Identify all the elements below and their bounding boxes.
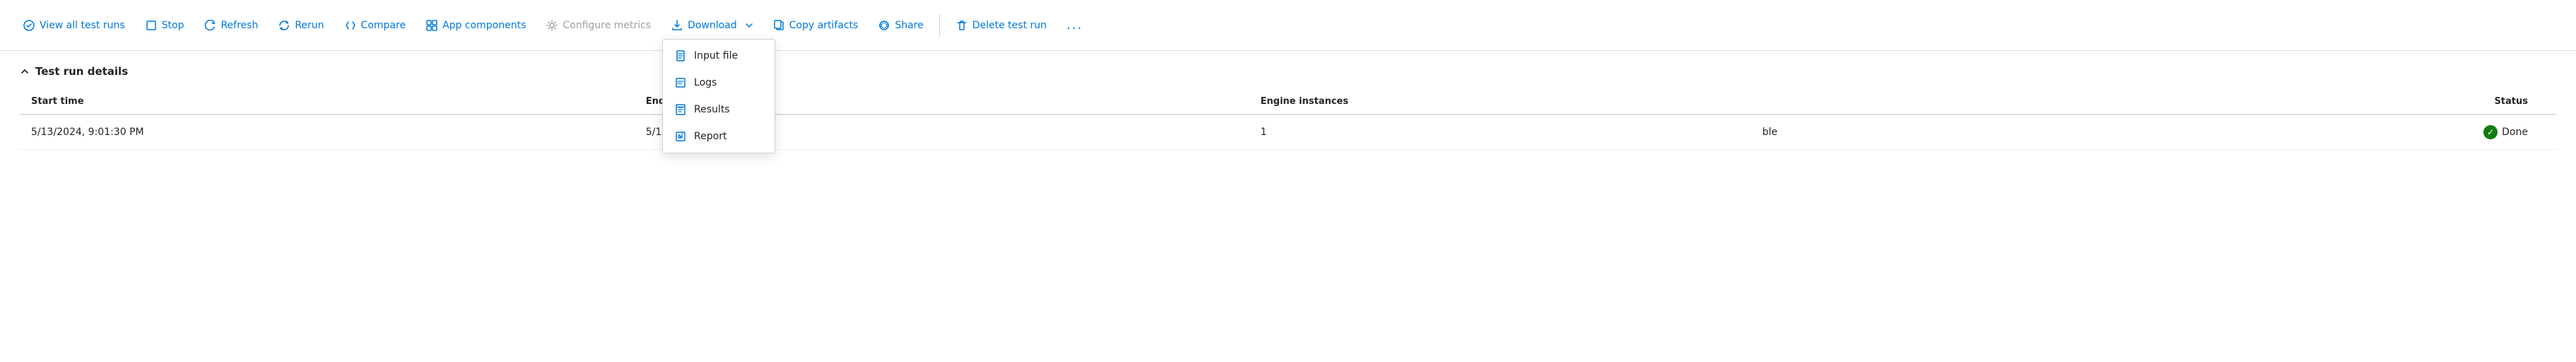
table-body: 5/13/2024, 9:01:30 PM 5/13/2024, 9:02:38… — [20, 115, 2556, 150]
stop-button[interactable]: Stop — [136, 15, 193, 36]
status-done-label: Done — [2502, 127, 2528, 138]
download-button[interactable]: Download — [662, 15, 737, 36]
app-components-label: App components — [442, 20, 526, 31]
view-all-button[interactable]: View all test runs — [14, 15, 134, 36]
view-all-icon — [23, 19, 35, 32]
delete-label: Delete test run — [972, 20, 1047, 31]
compare-label: Compare — [361, 20, 406, 31]
cell-engine-instances: 1 — [1249, 115, 1751, 150]
collapse-chevron-icon[interactable] — [20, 66, 30, 76]
col-status: Status — [2175, 89, 2556, 115]
download-icon — [671, 19, 683, 32]
section-header: Test run details — [20, 65, 2556, 78]
table-header: Start time End time Engine instances Sta… — [20, 89, 2556, 115]
refresh-label: Refresh — [220, 20, 258, 31]
logs-icon — [674, 76, 687, 89]
col-start-time: Start time — [20, 89, 635, 115]
section-title: Test run details — [35, 65, 128, 78]
report-label: Report — [694, 131, 727, 142]
refresh-icon — [204, 19, 216, 32]
refresh-button[interactable]: Refresh — [195, 15, 266, 36]
compare-button[interactable]: Compare — [336, 15, 415, 36]
status-done-icon: ✓ — [2483, 125, 2498, 139]
download-report[interactable]: Report — [663, 123, 775, 150]
download-input-file[interactable]: Input file — [663, 42, 775, 69]
copy-artifacts-button[interactable]: Copy artifacts — [764, 15, 867, 36]
app-components-button[interactable]: App components — [417, 15, 534, 36]
configure-metrics-icon — [546, 19, 558, 32]
logs-label: Logs — [694, 77, 717, 88]
compare-icon — [344, 19, 357, 32]
results-label: Results — [694, 104, 730, 115]
col-extra — [1751, 89, 2175, 115]
stop-icon — [145, 19, 158, 32]
configure-metrics-label: Configure metrics — [563, 20, 651, 31]
view-all-label: View all test runs — [40, 20, 125, 31]
report-icon — [674, 130, 687, 143]
status-done: ✓ Done — [2187, 125, 2528, 139]
stop-label: Stop — [162, 20, 184, 31]
results-icon — [674, 103, 687, 116]
copy-artifacts-icon — [772, 19, 785, 32]
configure-metrics-button[interactable]: Configure metrics — [537, 15, 659, 36]
download-label: Download — [688, 20, 737, 31]
cell-extra: ble — [1751, 115, 2175, 150]
table-row: 5/13/2024, 9:01:30 PM 5/13/2024, 9:02:38… — [20, 115, 2556, 150]
delete-icon — [955, 19, 968, 32]
cell-start-time: 5/13/2024, 9:01:30 PM — [20, 115, 635, 150]
rerun-label: Rerun — [295, 20, 324, 31]
copy-artifacts-label: Copy artifacts — [789, 20, 859, 31]
col-engine-instances: Engine instances — [1249, 89, 1751, 115]
cell-status: ✓ Done — [2175, 115, 2556, 150]
download-menu: Input file Logs — [662, 39, 775, 153]
input-file-label: Input file — [694, 50, 738, 62]
more-label: ... — [1066, 18, 1083, 33]
share-icon — [878, 19, 890, 32]
delete-button[interactable]: Delete test run — [947, 15, 1055, 36]
test-runs-table: Start time End time Engine instances Sta… — [20, 89, 2556, 150]
more-button[interactable]: ... — [1058, 13, 1091, 37]
share-button[interactable]: Share — [869, 15, 931, 36]
toolbar-separator — [939, 14, 940, 37]
download-dropdown: Download Input file — [662, 15, 761, 36]
chevron-down-icon — [743, 19, 755, 32]
input-file-icon — [674, 49, 687, 62]
toolbar: View all test runs Stop Refresh — [0, 0, 2576, 51]
download-logs[interactable]: Logs — [663, 69, 775, 96]
share-label: Share — [895, 20, 923, 31]
download-results[interactable]: Results — [663, 96, 775, 123]
rerun-button[interactable]: Rerun — [269, 15, 332, 36]
download-chevron-button[interactable] — [737, 15, 761, 36]
rerun-icon — [278, 19, 290, 32]
main-content: Test run details Start time End time Eng… — [0, 51, 2576, 150]
app-components-icon — [425, 19, 438, 32]
